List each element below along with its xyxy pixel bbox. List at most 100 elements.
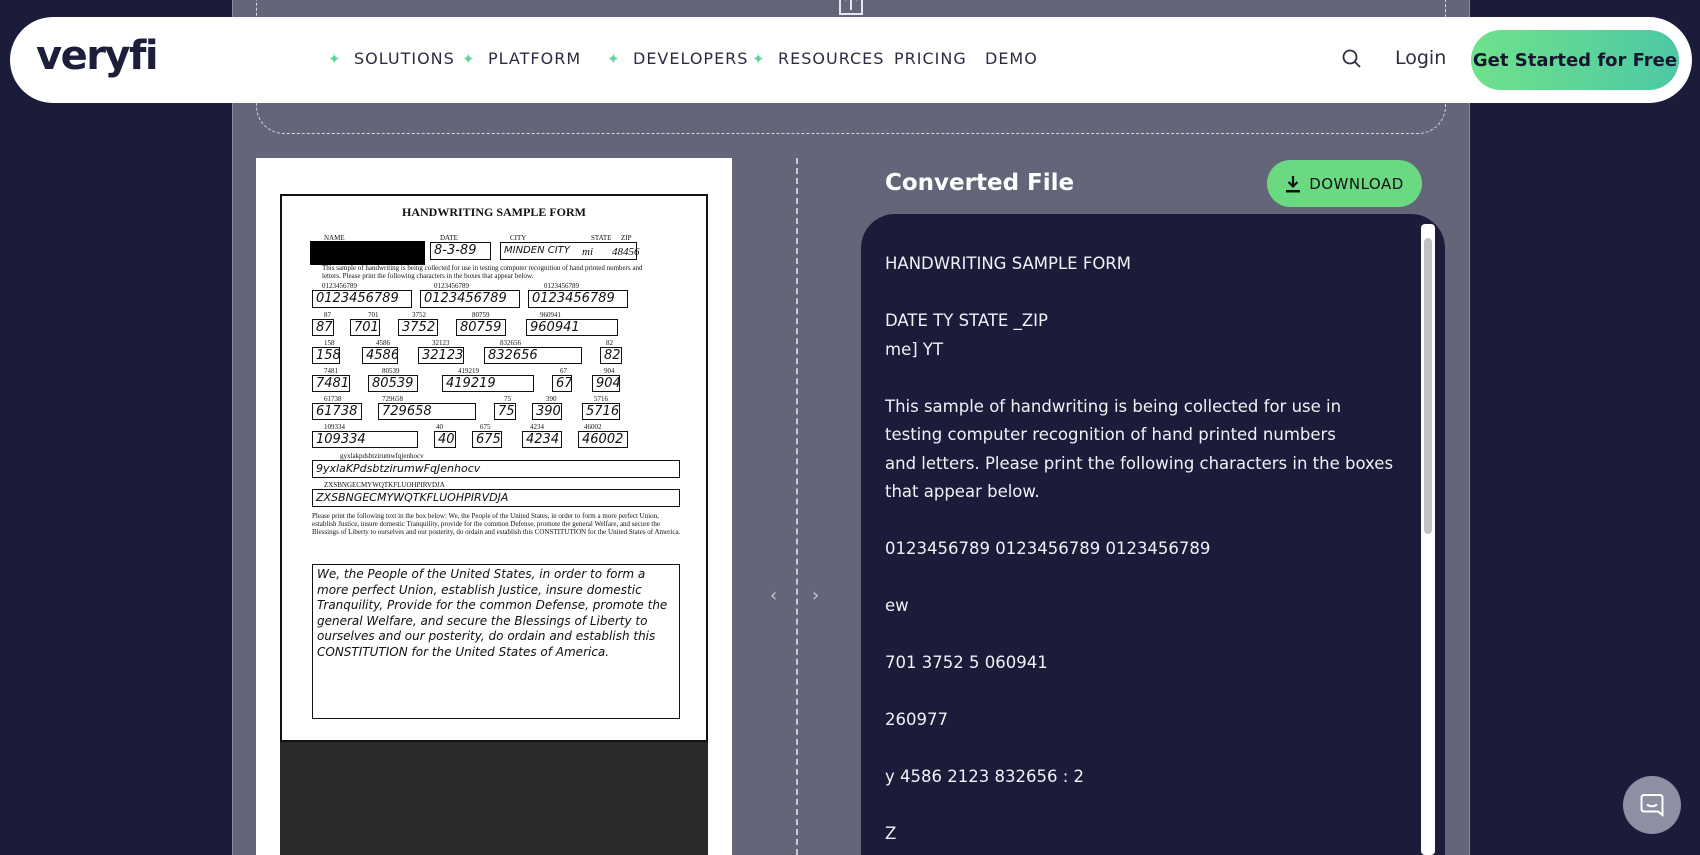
upload-icon[interactable]	[836, 0, 866, 18]
converted-text-line: ew	[885, 596, 909, 615]
doc-row-label: 0123456789	[434, 282, 469, 290]
converted-text-panel[interactable]: HANDWRITING SAMPLE FORM DATE TY STATE _ZI…	[861, 214, 1445, 855]
doc-row-label: 0123456789	[544, 282, 579, 290]
doc-box: 7481	[312, 375, 350, 392]
doc-box: 4586	[362, 347, 398, 364]
doc-box: 729658	[378, 403, 476, 420]
doc-row-label: 75	[504, 395, 511, 403]
converted-text-line: 260977	[885, 710, 948, 729]
doc-box: 82	[600, 347, 622, 364]
search-icon[interactable]	[1340, 47, 1364, 71]
doc-row-label: 5716	[594, 395, 608, 403]
doc-row-label: ZXSBNGECMYWQTKFLUOHPIRVDJA	[324, 481, 445, 489]
comparison-divider[interactable]	[796, 158, 798, 855]
doc-row-label: 960941	[540, 311, 561, 319]
doc-row-label: 3752	[412, 311, 426, 319]
doc-box: 5716	[582, 403, 620, 420]
converted-text-line: testing computer recognition of hand pri…	[885, 425, 1336, 444]
doc-row-label: 46002	[584, 423, 602, 431]
doc-box: 9yxlaKPdsbtzirumwFqJenhocv	[312, 460, 680, 478]
doc-zip-value: 48456	[612, 246, 640, 258]
converted-text-line: y 4586 2123 832656 : 2	[885, 767, 1085, 786]
spark-icon: ✦	[607, 50, 620, 68]
doc-row-label: 701	[368, 311, 379, 319]
converted-text-line	[885, 507, 1405, 536]
login-link[interactable]: Login	[1395, 47, 1446, 69]
doc-handwritten-paragraph: We, the People of the United States, in …	[312, 564, 680, 719]
scrollbar-thumb[interactable]	[1424, 238, 1432, 534]
doc-box: 832656	[484, 347, 582, 364]
doc-label-date: DATE	[440, 234, 458, 242]
doc-box: 0123456789	[312, 290, 412, 308]
doc-instructions: Please print the following text in the b…	[312, 512, 681, 536]
doc-row-label: 87	[324, 311, 331, 319]
scrollbar[interactable]	[1421, 224, 1435, 855]
nav-menu: ✦ SOLUTIONS ✦ PLATFORM ✦ DEVELOPERS ✦ RE…	[310, 17, 1310, 103]
chat-icon	[1640, 794, 1664, 818]
converted-text: HANDWRITING SAMPLE FORM DATE TY STATE _ZI…	[885, 250, 1405, 849]
converted-text-line	[885, 678, 1405, 707]
doc-row-label: 4234	[530, 423, 544, 431]
doc-box: 0123456789	[420, 290, 520, 308]
converted-text-line: 0123456789 0123456789 0123456789	[885, 539, 1211, 558]
top-navbar: veryfi ✦ SOLUTIONS ✦ PLATFORM ✦ DEVELOPE…	[10, 17, 1692, 103]
converted-file-title: Converted File	[885, 170, 1075, 196]
nav-item-platform[interactable]: PLATFORM	[488, 49, 581, 68]
doc-row-label: 32123	[432, 339, 450, 347]
document-preview: HANDWRITING SAMPLE FORM NAME DATE CITY S…	[280, 194, 708, 742]
download-button[interactable]: DOWNLOAD	[1267, 160, 1422, 207]
doc-box: 904	[592, 375, 620, 392]
doc-row-label: 7481	[324, 367, 338, 375]
doc-row-label: 4586	[376, 339, 390, 347]
converted-text-line	[885, 792, 1405, 821]
converted-text-line	[885, 279, 1405, 308]
doc-row-label: 832656	[500, 339, 521, 347]
converted-text-line: me] YT	[885, 339, 944, 359]
doc-box: 701	[350, 319, 380, 336]
doc-intro: This sample of handwriting is being coll…	[322, 264, 643, 280]
doc-box: ZXSBNGECMYWQTKFLUOHPIRVDJA	[312, 489, 680, 507]
doc-box: 158	[312, 347, 340, 364]
converted-text-line	[885, 364, 1405, 393]
doc-row-label: 0123456789	[322, 282, 357, 290]
doc-box: 960941	[526, 319, 618, 336]
doc-row-label: 67	[560, 367, 567, 375]
spark-icon: ✦	[752, 50, 765, 68]
converted-text-line: This sample of handwriting is being coll…	[885, 396, 1342, 416]
doc-row-label: 419219	[458, 367, 479, 375]
nav-item-developers[interactable]: DEVELOPERS	[633, 49, 748, 68]
doc-box: 419219	[442, 375, 534, 392]
document-preview-background	[280, 742, 708, 855]
chat-widget-button[interactable]	[1623, 776, 1681, 834]
doc-box: 32123	[418, 347, 464, 364]
doc-box: 109334	[312, 431, 418, 448]
download-label: DOWNLOAD	[1309, 174, 1404, 193]
doc-row-label: 40	[436, 423, 443, 431]
chevron-left-icon[interactable]: ‹	[770, 585, 777, 606]
converted-text-line: that appear below.	[885, 482, 1040, 501]
get-started-button[interactable]: Get Started for Free	[1471, 30, 1679, 90]
spark-icon: ✦	[328, 50, 341, 68]
converted-text-line: HANDWRITING SAMPLE FORM	[885, 254, 1132, 273]
doc-row-label: 61738	[324, 395, 342, 403]
veryfi-logo[interactable]: veryfi	[36, 33, 159, 79]
doc-box: 675	[472, 431, 502, 448]
nav-item-solutions[interactable]: SOLUTIONS	[354, 49, 455, 68]
doc-row-label: 904	[604, 367, 615, 375]
doc-box: 67	[552, 375, 572, 392]
doc-box: 61738	[312, 403, 362, 420]
doc-row-label: 729658	[382, 395, 403, 403]
doc-label-state: STATE	[591, 234, 612, 242]
converted-text-line: Z	[885, 824, 897, 843]
nav-item-resources[interactable]: RESOURCES	[778, 49, 884, 68]
nav-item-pricing[interactable]: PRICING	[894, 49, 967, 68]
chevron-right-icon[interactable]: ›	[812, 585, 819, 606]
redacted-name	[310, 241, 425, 265]
doc-title: HANDWRITING SAMPLE FORM	[401, 205, 586, 219]
doc-row-label: 158	[324, 339, 335, 347]
converted-text-line: and letters. Please print the following …	[885, 453, 1394, 473]
doc-row-label: 390	[546, 395, 557, 403]
nav-item-demo[interactable]: DEMO	[985, 49, 1038, 68]
download-icon	[1286, 175, 1301, 192]
doc-label-zip: ZIP	[621, 234, 632, 242]
